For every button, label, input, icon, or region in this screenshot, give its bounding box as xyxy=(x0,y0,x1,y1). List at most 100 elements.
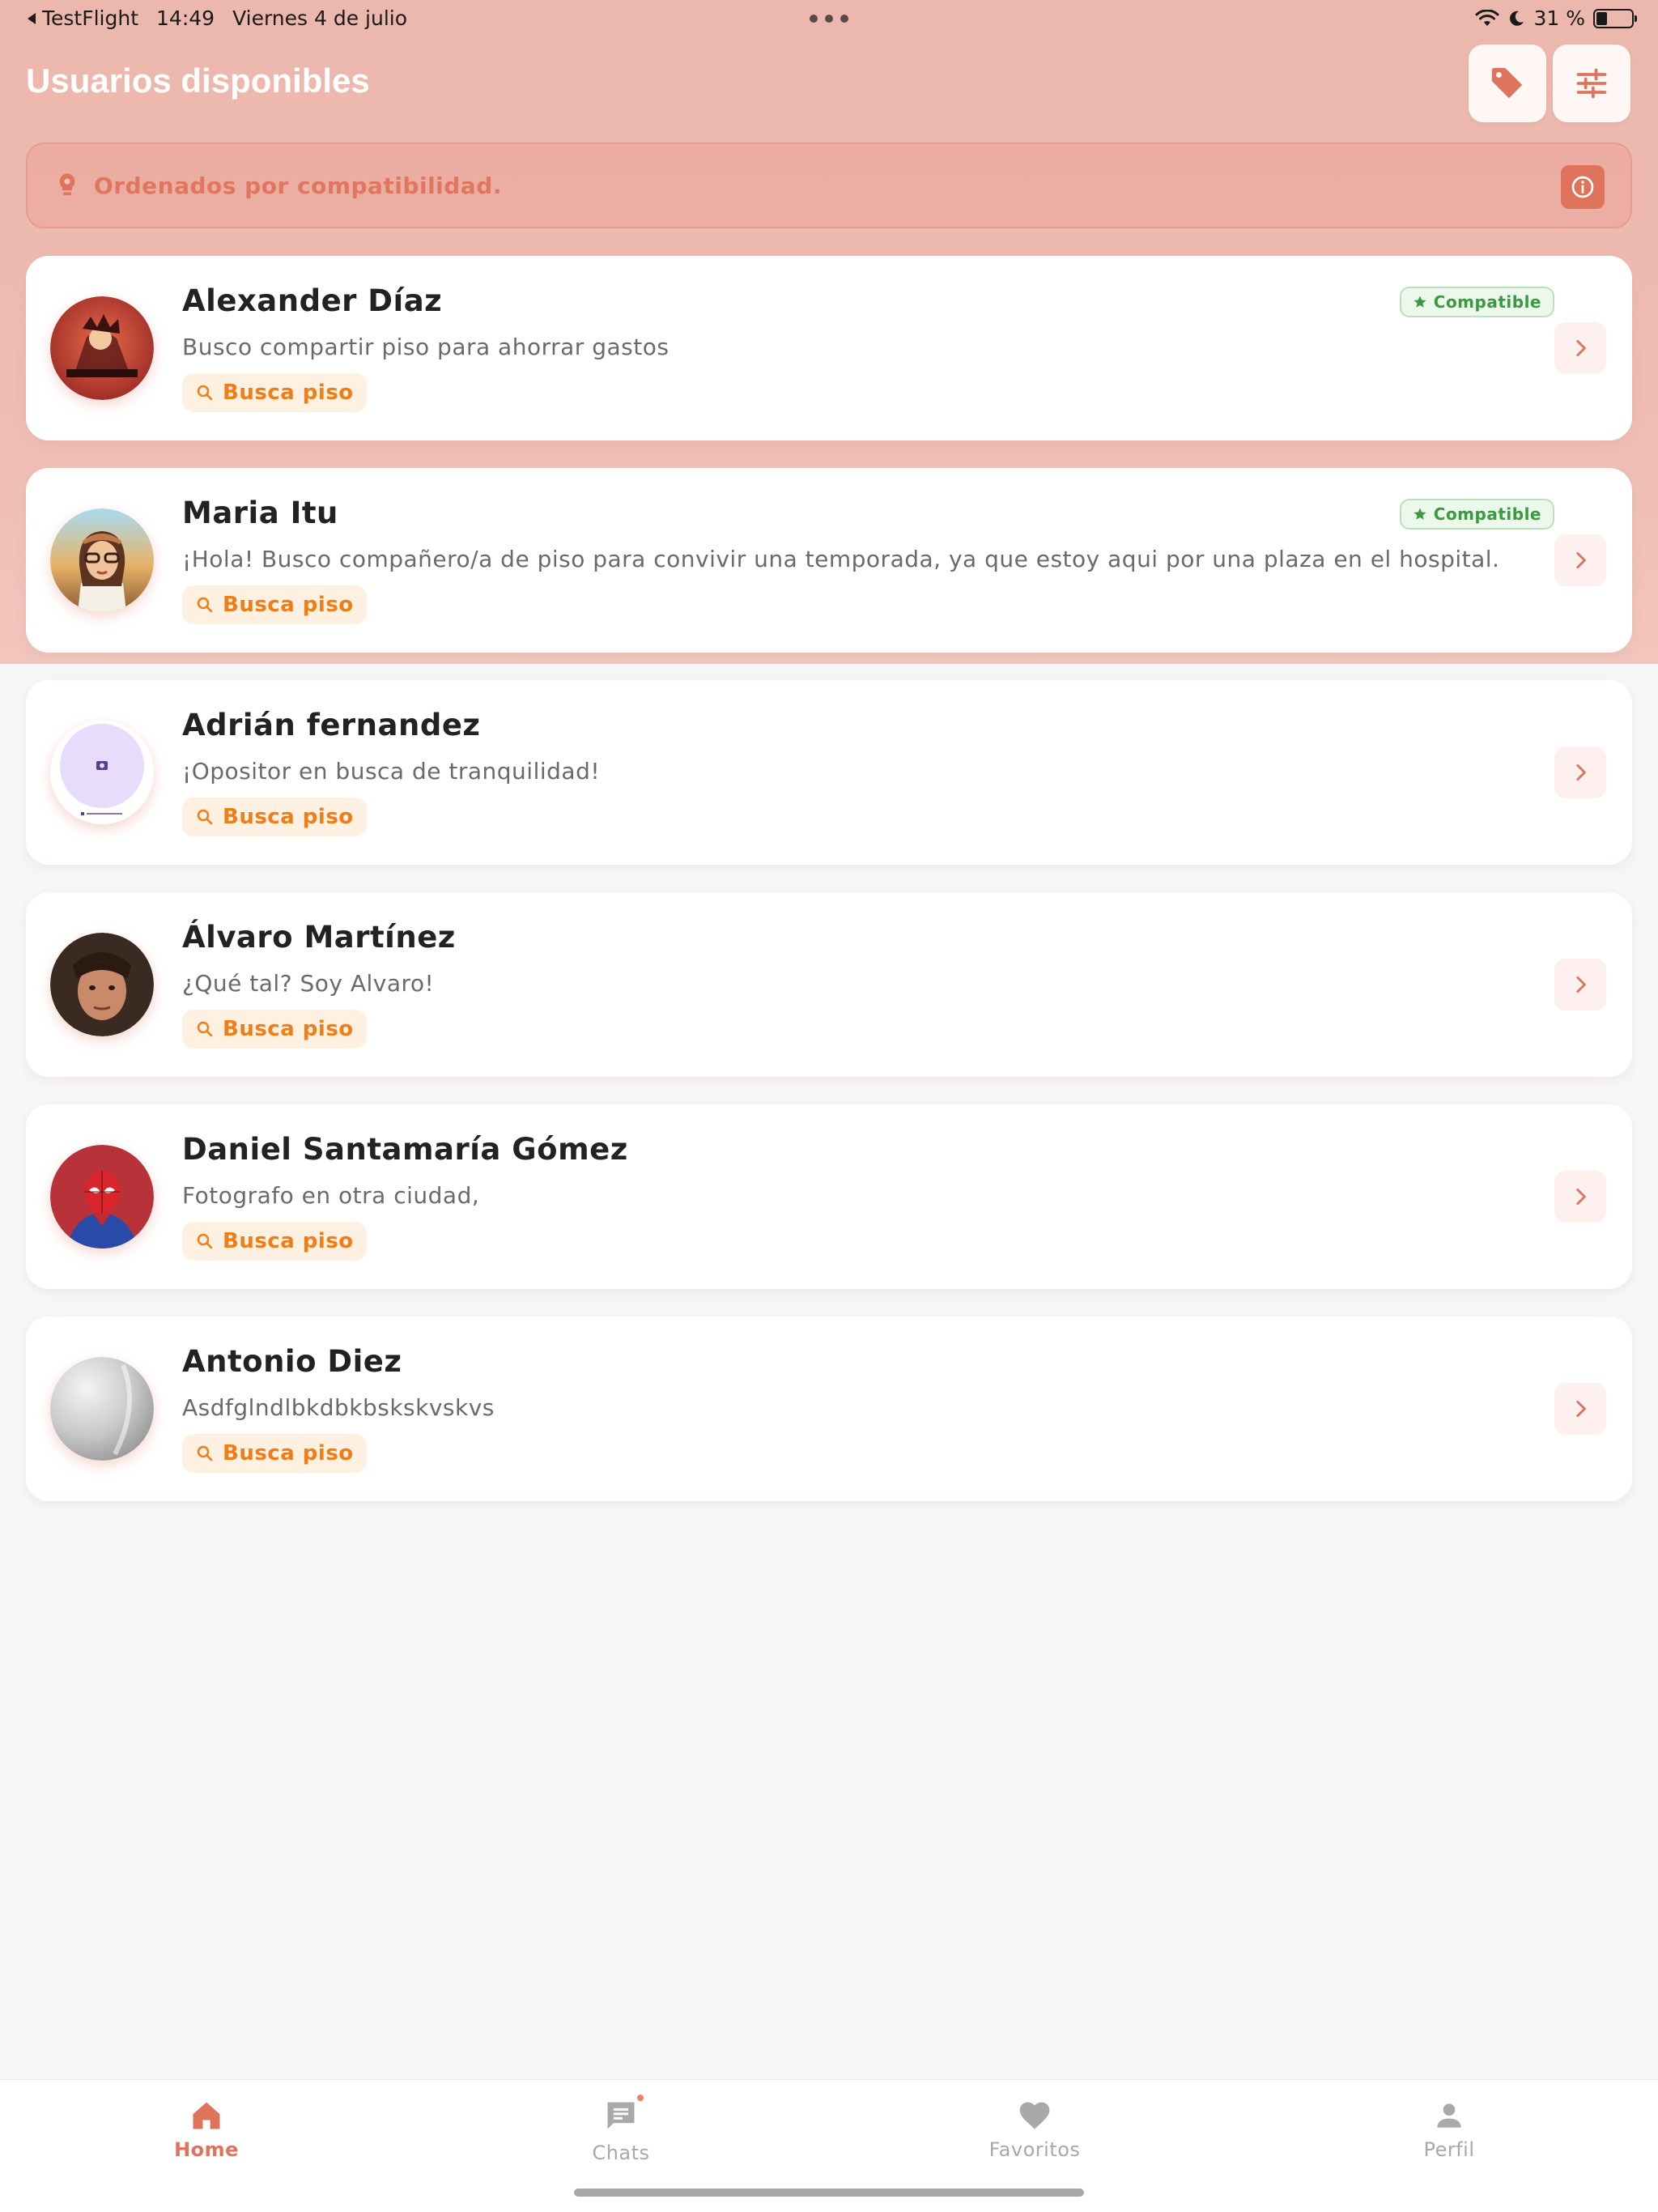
star-icon xyxy=(1414,508,1426,520)
avatar xyxy=(50,508,154,612)
status-pill-label: Busca piso xyxy=(223,1441,354,1465)
user-description: ¿Qué tal? Soy Alvaro! xyxy=(182,970,435,997)
user-name: Antonio Diez xyxy=(182,1344,402,1379)
dot xyxy=(840,15,848,23)
open-profile-button[interactable] xyxy=(1554,959,1606,1010)
unread-dot xyxy=(636,2093,645,2103)
status-pill-label: Busca piso xyxy=(223,1017,354,1041)
chevron-right-icon xyxy=(1576,551,1586,569)
chat-icon-wrap xyxy=(603,2093,645,2137)
user-card[interactable]: Daniel Santamaría Gómez Fotografo en otr… xyxy=(26,1104,1632,1289)
info-button[interactable] xyxy=(1561,165,1605,209)
filters-button[interactable] xyxy=(1553,45,1630,122)
status-bar: TestFlight 14:49 Viernes 4 de julio 31 % xyxy=(0,0,1658,39)
avatar xyxy=(50,1145,154,1249)
user-card[interactable]: Álvaro Martínez ¿Qué tal? Soy Alvaro! Bu… xyxy=(26,892,1632,1077)
chat-icon xyxy=(607,2102,635,2129)
battery-fill xyxy=(1596,11,1608,25)
user-description: Busco compartir piso para ahorrar gastos xyxy=(182,334,670,360)
compatible-badge: Compatible xyxy=(1399,499,1554,530)
back-triangle-icon xyxy=(28,12,36,24)
nav-favoritos[interactable]: Favoritos xyxy=(954,2098,1116,2161)
home-indicator[interactable] xyxy=(574,2189,1084,2197)
user-description: ¡Opositor en busca de tranquilidad! xyxy=(182,758,601,785)
dot xyxy=(810,15,818,23)
user-name: Álvaro Martínez xyxy=(182,920,456,955)
status-pill: Busca piso xyxy=(182,1434,367,1473)
avatar xyxy=(50,721,154,824)
chevron-right-icon xyxy=(1576,1188,1586,1206)
info-icon xyxy=(1571,176,1594,198)
back-to-app-link[interactable]: TestFlight xyxy=(26,6,138,30)
tag-icon xyxy=(1491,67,1523,99)
chevron-right-icon xyxy=(1576,764,1586,781)
user-description: ¡Hola! Busco compañero/a de piso para co… xyxy=(182,546,1500,572)
status-pill: Busca piso xyxy=(182,1222,367,1261)
battery-percent: 31 % xyxy=(1533,6,1585,30)
chevron-right-icon xyxy=(1576,1400,1586,1418)
avatar xyxy=(50,933,154,1036)
user-name: Daniel Santamaría Gómez xyxy=(182,1132,628,1167)
avatar xyxy=(50,296,154,400)
open-profile-button[interactable] xyxy=(1554,322,1606,374)
user-card[interactable]: Antonio Diez Asdfglndlbkdbkbskskvskvs Bu… xyxy=(26,1317,1632,1501)
nav-home[interactable]: Home xyxy=(125,2098,287,2161)
status-pill-label: Busca piso xyxy=(223,381,354,405)
search-icon xyxy=(197,1233,213,1249)
status-pill-label: Busca piso xyxy=(223,593,354,617)
user-name: Alexander Díaz xyxy=(182,283,443,318)
sliders-icon xyxy=(1576,68,1607,99)
status-pill: Busca piso xyxy=(182,585,367,624)
lightbulb-icon xyxy=(53,172,81,199)
nav-home-label: Home xyxy=(174,2138,239,2161)
status-pill-label: Busca piso xyxy=(223,1229,354,1253)
nav-favoritos-label: Favoritos xyxy=(988,2138,1081,2161)
search-icon xyxy=(197,1445,213,1461)
status-pill: Busca piso xyxy=(182,1010,367,1049)
tags-button[interactable] xyxy=(1469,45,1546,122)
nav-perfil[interactable]: Perfil xyxy=(1368,2098,1530,2161)
open-profile-button[interactable] xyxy=(1554,1171,1606,1223)
avatar xyxy=(50,1357,154,1461)
status-time: 14:49 xyxy=(156,6,215,30)
status-date: Viernes 4 de julio xyxy=(232,6,408,30)
status-pill: Busca piso xyxy=(182,373,367,412)
heart-icon xyxy=(1019,2102,1050,2129)
nav-chats[interactable]: Chats xyxy=(540,2093,702,2164)
dot xyxy=(825,15,833,23)
user-name: Maria Itu xyxy=(182,496,338,530)
banner-text: Ordenados por compatibilidad. xyxy=(94,172,502,199)
search-icon xyxy=(197,597,213,613)
status-pill: Busca piso xyxy=(182,798,367,836)
chevron-right-icon xyxy=(1576,976,1586,993)
home-icon xyxy=(193,2102,220,2129)
nav-chats-label: Chats xyxy=(592,2142,650,2164)
person-icon xyxy=(1437,2104,1461,2128)
user-card[interactable]: Adrián fernandez ¡Opositor en busca de t… xyxy=(26,680,1632,865)
screen: TestFlight 14:49 Viernes 4 de julio 31 %… xyxy=(0,0,1658,2212)
multitask-dots[interactable] xyxy=(810,5,848,23)
open-profile-button[interactable] xyxy=(1554,1383,1606,1435)
moon-icon xyxy=(1510,11,1524,26)
user-name: Adrián fernandez xyxy=(182,708,481,742)
user-card[interactable]: Maria Itu ¡Hola! Busco compañero/a de pi… xyxy=(26,468,1632,653)
open-profile-button[interactable] xyxy=(1554,534,1606,586)
compatible-badge: Compatible xyxy=(1399,287,1554,317)
search-icon xyxy=(197,385,213,401)
battery-icon xyxy=(1593,8,1637,28)
page-title: Usuarios disponibles xyxy=(26,62,370,100)
user-description: Fotografo en otra ciudad, xyxy=(182,1182,480,1209)
star-icon xyxy=(1414,296,1426,308)
search-icon xyxy=(197,809,213,825)
user-card[interactable]: Alexander Díaz Busco compartir piso para… xyxy=(26,256,1632,440)
status-pill-label: Busca piso xyxy=(223,805,354,829)
compatible-label: Compatible xyxy=(1433,292,1541,312)
sort-info-banner: Ordenados por compatibilidad. xyxy=(26,143,1632,228)
chevron-right-icon xyxy=(1576,339,1586,357)
status-left: TestFlight 14:49 Viernes 4 de julio xyxy=(26,6,407,30)
compatible-label: Compatible xyxy=(1433,504,1541,524)
status-right: 31 % xyxy=(1475,6,1637,30)
user-description: Asdfglndlbkdbkbskskvskvs xyxy=(182,1394,495,1421)
wifi-icon xyxy=(1475,9,1499,26)
open-profile-button[interactable] xyxy=(1554,747,1606,798)
